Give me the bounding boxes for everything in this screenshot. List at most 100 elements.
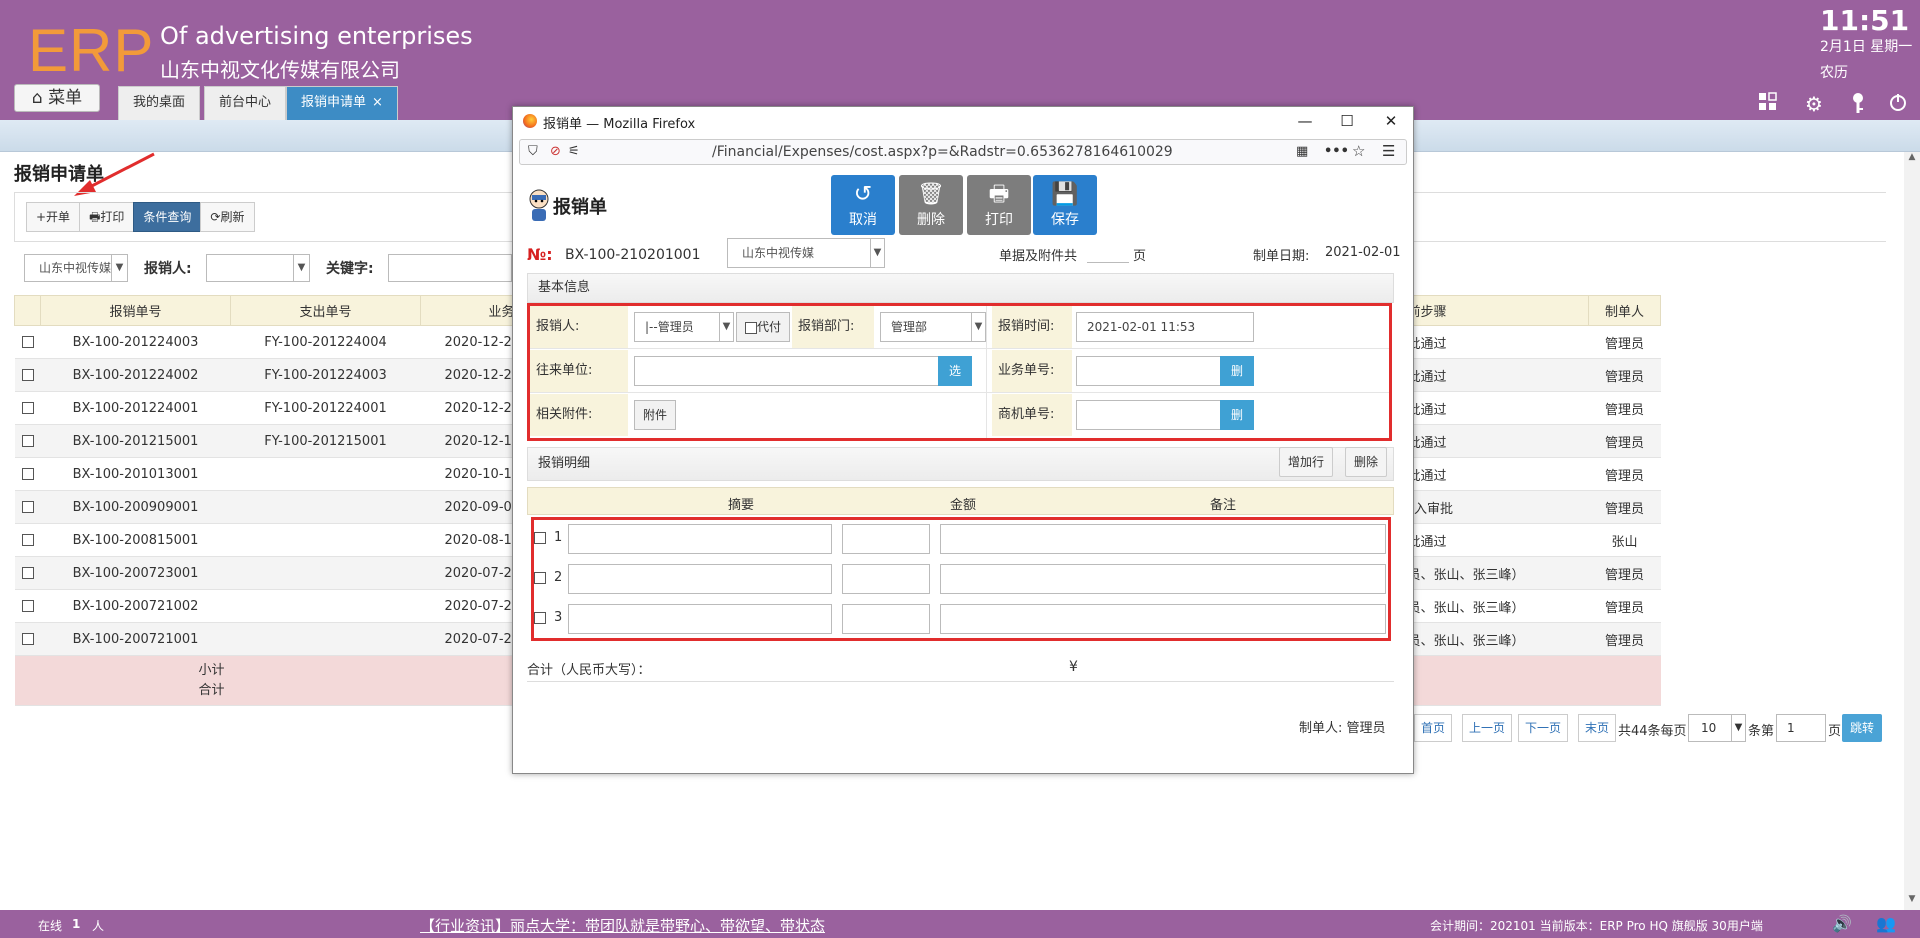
remark-input[interactable]: [940, 524, 1386, 554]
row-checkbox[interactable]: [21, 402, 34, 414]
expense-no-link[interactable]: BX-100-201224003: [40, 325, 231, 359]
refresh-button[interactable]: ⟳刷新: [200, 202, 255, 232]
camera-off-icon[interactable]: ⊘: [550, 144, 561, 159]
expense-no-link[interactable]: BX-100-200721002: [40, 589, 231, 623]
menu-button[interactable]: ⌂ 菜单: [14, 84, 100, 112]
tab-front-center[interactable]: 前台中心: [204, 86, 287, 120]
maximize-icon[interactable]: ☐: [1335, 110, 1359, 132]
row-checkbox[interactable]: [534, 532, 546, 544]
delete-button[interactable]: 🗑 删除: [899, 175, 963, 235]
row-checkbox[interactable]: [21, 633, 34, 645]
summary-input[interactable]: [568, 604, 832, 634]
apps-icon[interactable]: [1756, 92, 1780, 116]
company-filter-select[interactable]: 山东中视传媒 ▼: [24, 254, 128, 282]
pager-next-button[interactable]: 下一页: [1518, 714, 1569, 742]
reimburser-select[interactable]: |--管理员 ▼: [634, 312, 734, 342]
dept-select[interactable]: 管理部 ▼: [880, 312, 986, 342]
query-button[interactable]: 条件查询: [133, 202, 202, 232]
biz-no-clear-button[interactable]: 删: [1220, 356, 1254, 386]
speaker-icon[interactable]: 🔊: [1832, 914, 1852, 933]
expense-no-link[interactable]: BX-100-200909001: [40, 490, 231, 524]
row-checkbox[interactable]: [21, 369, 34, 381]
expense-no-link[interactable]: BX-100-200815001: [40, 523, 231, 557]
minimize-icon[interactable]: —: [1293, 110, 1317, 132]
new-order-button[interactable]: +开单: [26, 202, 81, 232]
expenditure-no-link[interactable]: [230, 457, 421, 491]
summary-input[interactable]: [568, 564, 832, 594]
scroll-up-icon[interactable]: ▲: [1904, 152, 1920, 168]
page-size-select[interactable]: 10 ▼: [1688, 714, 1746, 742]
expense-no-link[interactable]: BX-100-201224002: [40, 358, 231, 392]
row-checkbox[interactable]: [21, 435, 34, 447]
hamburger-menu-icon[interactable]: ☰: [1382, 142, 1395, 160]
print-button[interactable]: 🖶打印: [79, 202, 135, 232]
expenditure-no-link[interactable]: FY-100-201224003: [230, 358, 421, 392]
remark-input[interactable]: [940, 604, 1386, 634]
add-row-button[interactable]: 增加行: [1279, 447, 1334, 477]
page-scrollbar[interactable]: ▲ ▼: [1904, 152, 1920, 910]
row-checkbox[interactable]: [21, 600, 34, 612]
summary-input[interactable]: [568, 524, 832, 554]
pager-go-button[interactable]: 跳转: [1842, 714, 1883, 742]
row-checkbox[interactable]: [21, 336, 34, 348]
more-icon[interactable]: •••: [1324, 144, 1349, 159]
opportunity-clear-button[interactable]: 删: [1220, 400, 1254, 430]
url-bar[interactable]: ⛉ ⊘ ⚟ /Financial/Expenses/cost.aspx?p=&R…: [519, 139, 1407, 165]
row-checkbox[interactable]: [21, 567, 34, 579]
expense-no-link[interactable]: BX-100-200723001: [40, 556, 231, 590]
users-icon[interactable]: 👥: [1876, 914, 1896, 933]
partner-select-button[interactable]: 选: [938, 356, 972, 386]
qr-code-icon[interactable]: ▦: [1296, 144, 1308, 159]
page-number-input[interactable]: 1: [1776, 714, 1826, 742]
expense-no-link[interactable]: BX-100-200721001: [40, 622, 231, 656]
row-checkbox[interactable]: [21, 534, 34, 546]
proxy-pay-check[interactable]: [745, 321, 757, 334]
partner-input[interactable]: [634, 356, 960, 386]
time-input[interactable]: 2021-02-01 11:53: [1076, 312, 1254, 342]
expenditure-no-link[interactable]: FY-100-201224004: [230, 325, 421, 359]
bookmark-star-icon[interactable]: ☆: [1352, 142, 1365, 160]
save-button[interactable]: 💾 保存: [1033, 175, 1097, 235]
delete-row-button[interactable]: 删除: [1345, 447, 1388, 477]
cancel-button[interactable]: ↺ 取消: [831, 175, 895, 235]
gear-icon[interactable]: ⚙: [1802, 92, 1826, 116]
expenditure-no-link[interactable]: [230, 490, 421, 524]
shield-icon[interactable]: ⛉: [528, 144, 538, 159]
tab-desktop[interactable]: 我的桌面: [118, 86, 201, 120]
pager-prev-button[interactable]: 上一页: [1462, 714, 1513, 742]
power-icon[interactable]: [1886, 92, 1910, 116]
expense-no-link[interactable]: BX-100-201215001: [40, 424, 231, 458]
expense-no-link[interactable]: BX-100-201013001: [40, 457, 231, 491]
expenditure-no-link[interactable]: [230, 556, 421, 590]
attachment-button[interactable]: 附件: [634, 400, 677, 430]
permissions-icon[interactable]: ⚟: [568, 144, 580, 159]
keyword-input[interactable]: [388, 254, 512, 282]
amount-input[interactable]: [842, 524, 930, 554]
reimburser-filter-select[interactable]: ▼: [206, 254, 310, 282]
pager-last-button[interactable]: 末页: [1578, 714, 1617, 742]
proxy-pay-checkbox[interactable]: 代付: [736, 312, 791, 342]
expenditure-no-link[interactable]: FY-100-201224001: [230, 391, 421, 425]
expenditure-no-link[interactable]: [230, 622, 421, 656]
form-company-select[interactable]: 山东中视传媒 ▼: [727, 238, 885, 268]
row-checkbox[interactable]: [534, 572, 546, 584]
expenditure-no-link[interactable]: FY-100-201215001: [230, 424, 421, 458]
key-icon[interactable]: [1846, 92, 1870, 116]
remark-input[interactable]: [940, 564, 1386, 594]
row-checkbox[interactable]: [21, 501, 34, 513]
expenditure-no-link[interactable]: [230, 523, 421, 557]
news-ticker-link[interactable]: 【行业资讯】丽点大学：带团队就是带野心、带欲望、带状态: [420, 915, 825, 936]
close-icon[interactable]: ×: [372, 95, 383, 110]
expense-no-link[interactable]: BX-100-201224001: [40, 391, 231, 425]
print-form-button[interactable]: 🖶 打印: [967, 175, 1031, 235]
tab-expense-request[interactable]: 报销申请单 ×: [286, 86, 398, 120]
row-checkbox[interactable]: [21, 468, 34, 480]
close-icon[interactable]: ✕: [1379, 110, 1403, 132]
attachment-count-input[interactable]: [1087, 245, 1129, 263]
row-checkbox[interactable]: [534, 612, 546, 624]
scroll-down-icon[interactable]: ▼: [1904, 894, 1920, 910]
amount-input[interactable]: [842, 604, 930, 634]
pager-first-button[interactable]: 首页: [1414, 714, 1453, 742]
amount-input[interactable]: [842, 564, 930, 594]
expenditure-no-link[interactable]: [230, 589, 421, 623]
